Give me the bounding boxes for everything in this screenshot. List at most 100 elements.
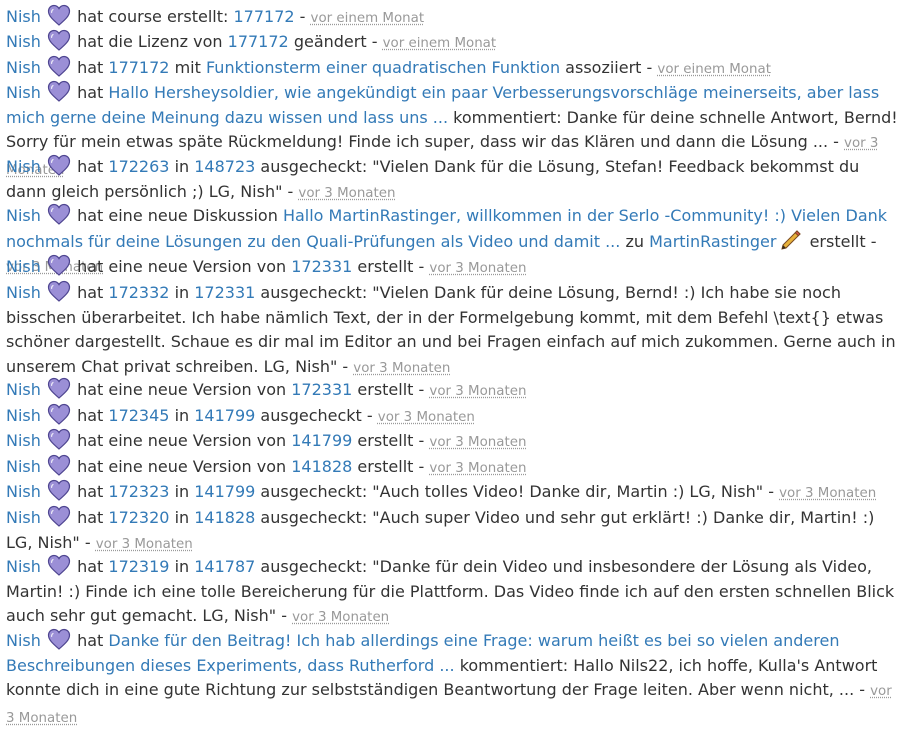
purple-heart-icon bbox=[47, 203, 71, 225]
feed-entry: Nish hat 172332 in 172331 ausgecheckt: "… bbox=[6, 280, 902, 381]
timestamp: vor 3 Monaten bbox=[429, 384, 527, 399]
purple-heart-icon bbox=[47, 154, 71, 176]
separator: - bbox=[84, 532, 91, 552]
user-link[interactable]: Nish bbox=[6, 58, 41, 77]
feed-entry: Nish hat 172323 in 141799 ausgecheckt: "… bbox=[6, 479, 902, 507]
user-link[interactable]: Nish bbox=[6, 631, 41, 650]
separator: - bbox=[281, 606, 287, 625]
revision-link[interactable]: 172319 bbox=[108, 557, 169, 576]
entry-action-suffix: erstellt bbox=[809, 231, 866, 251]
entity-link[interactable]: 141828 bbox=[194, 508, 255, 527]
entry-action: hat eine neue Version von bbox=[77, 380, 287, 399]
entry-action-suffix: erstellt bbox=[357, 431, 414, 450]
entry-action: hat bbox=[77, 557, 104, 576]
purple-heart-icon bbox=[47, 377, 71, 399]
entity-link[interactable]: 177172 bbox=[108, 58, 169, 77]
other-user-link[interactable]: MartinRastinger bbox=[649, 232, 776, 251]
user-link[interactable]: Nish bbox=[6, 283, 41, 302]
separator: - bbox=[418, 431, 425, 450]
entity-link[interactable]: 141799 bbox=[194, 406, 255, 425]
timestamp: vor 3 Monaten bbox=[298, 185, 396, 201]
entry-action: hat die Lizenz von bbox=[77, 32, 223, 51]
entity-link[interactable]: 172331 bbox=[291, 257, 352, 276]
feed-entry: Nish hat Danke für den Beitrag! Ich hab … bbox=[6, 628, 902, 731]
entity-link[interactable]: 177172 bbox=[228, 32, 289, 51]
user-link[interactable]: Nish bbox=[6, 83, 41, 102]
separator: - bbox=[418, 457, 425, 476]
timestamp: vor 3 Monaten bbox=[95, 536, 193, 552]
entity-link[interactable]: 141828 bbox=[291, 457, 352, 476]
entity-link[interactable]: 172331 bbox=[291, 380, 352, 399]
separator: - bbox=[366, 406, 373, 425]
timestamp: vor 3 Monaten bbox=[353, 360, 451, 376]
revision-link[interactable]: 172320 bbox=[108, 508, 169, 527]
feed-entry: Nish hat 172345 in 141799 ausgecheckt - … bbox=[6, 403, 902, 431]
separator: - bbox=[371, 32, 378, 51]
user-link[interactable]: Nish bbox=[6, 380, 41, 399]
revision-link[interactable]: 172323 bbox=[108, 482, 169, 501]
purple-heart-icon bbox=[47, 454, 71, 476]
entry-connector: zu bbox=[625, 231, 644, 251]
purple-heart-icon bbox=[47, 4, 71, 26]
user-link[interactable]: Nish bbox=[6, 7, 41, 26]
purple-heart-icon bbox=[47, 254, 71, 276]
user-link[interactable]: Nish bbox=[6, 482, 41, 501]
user-link[interactable]: Nish bbox=[6, 206, 41, 225]
entry-action: hat eine neue Diskussion bbox=[77, 206, 278, 225]
separator: - bbox=[418, 257, 425, 276]
purple-heart-icon bbox=[47, 628, 71, 650]
feed-entry: Nish hat 172320 in 141828 ausgecheckt: "… bbox=[6, 505, 902, 557]
purple-heart-icon bbox=[47, 428, 71, 450]
purple-heart-icon bbox=[47, 55, 71, 77]
entity-link[interactable]: 177172 bbox=[233, 7, 294, 26]
entity-link[interactable]: 141787 bbox=[194, 557, 255, 576]
timestamp: vor einem Monat bbox=[657, 62, 771, 77]
timestamp: vor 3 Monaten bbox=[377, 410, 475, 425]
topic-link[interactable]: Funktionsterm einer quadratischen Funkti… bbox=[206, 58, 560, 77]
user-link[interactable]: Nish bbox=[6, 157, 41, 176]
entry-connector: in bbox=[174, 482, 190, 501]
purple-heart-icon bbox=[47, 479, 71, 501]
user-link[interactable]: Nish bbox=[6, 457, 41, 476]
entity-link[interactable]: 148723 bbox=[194, 157, 255, 176]
purple-heart-icon bbox=[47, 403, 71, 425]
entry-connector: in bbox=[174, 406, 190, 425]
revision-link[interactable]: 172263 bbox=[108, 157, 169, 176]
timestamp: vor 3 Monaten bbox=[429, 461, 527, 476]
purple-heart-icon bbox=[47, 29, 71, 51]
entity-link[interactable]: 141799 bbox=[291, 431, 352, 450]
entry-action: hat bbox=[77, 482, 104, 501]
entry-action-suffix: erstellt bbox=[357, 257, 414, 276]
entry-action: hat eine neue Version von bbox=[77, 257, 287, 276]
feed-entry: Nish hat die Lizenz von 177172 geändert … bbox=[6, 29, 902, 57]
entry-action: hat bbox=[77, 58, 104, 77]
user-link[interactable]: Nish bbox=[6, 32, 41, 51]
entry-connector: in bbox=[174, 508, 190, 527]
entry-action-suffix: geändert bbox=[293, 32, 367, 51]
feed-entry: Nish hat 177172 mit Funktionsterm einer … bbox=[6, 55, 902, 83]
user-link[interactable]: Nish bbox=[6, 557, 41, 576]
user-link[interactable]: Nish bbox=[6, 431, 41, 450]
entry-action: hat bbox=[77, 83, 104, 102]
entry-action-suffix: ausgecheckt bbox=[260, 406, 362, 425]
timestamp: vor einem Monat bbox=[382, 36, 497, 51]
purple-heart-icon bbox=[47, 80, 71, 102]
timestamp: vor 3 Monaten bbox=[429, 435, 527, 450]
revision-link[interactable]: 172332 bbox=[108, 283, 169, 302]
pencil-icon bbox=[778, 229, 802, 251]
entry-action: hat bbox=[77, 406, 104, 425]
revision-link[interactable]: 172345 bbox=[108, 406, 169, 425]
entity-link[interactable]: 172331 bbox=[194, 283, 255, 302]
feed-entry: Nish hat course erstellt: 177172 - vor e… bbox=[6, 4, 902, 32]
purple-heart-icon bbox=[47, 505, 71, 527]
separator: - bbox=[342, 356, 349, 376]
entry-action: hat course erstellt: bbox=[77, 7, 229, 26]
user-link[interactable]: Nish bbox=[6, 508, 41, 527]
checkout-message: ausgecheckt: "Auch tolles Video! Danke d… bbox=[260, 482, 764, 501]
user-link[interactable]: Nish bbox=[6, 406, 41, 425]
entry-action: hat bbox=[77, 631, 104, 650]
entity-link[interactable]: 141799 bbox=[194, 482, 255, 501]
entry-connector: in bbox=[174, 557, 190, 576]
entry-connector: mit bbox=[174, 58, 201, 77]
user-link[interactable]: Nish bbox=[6, 257, 41, 276]
